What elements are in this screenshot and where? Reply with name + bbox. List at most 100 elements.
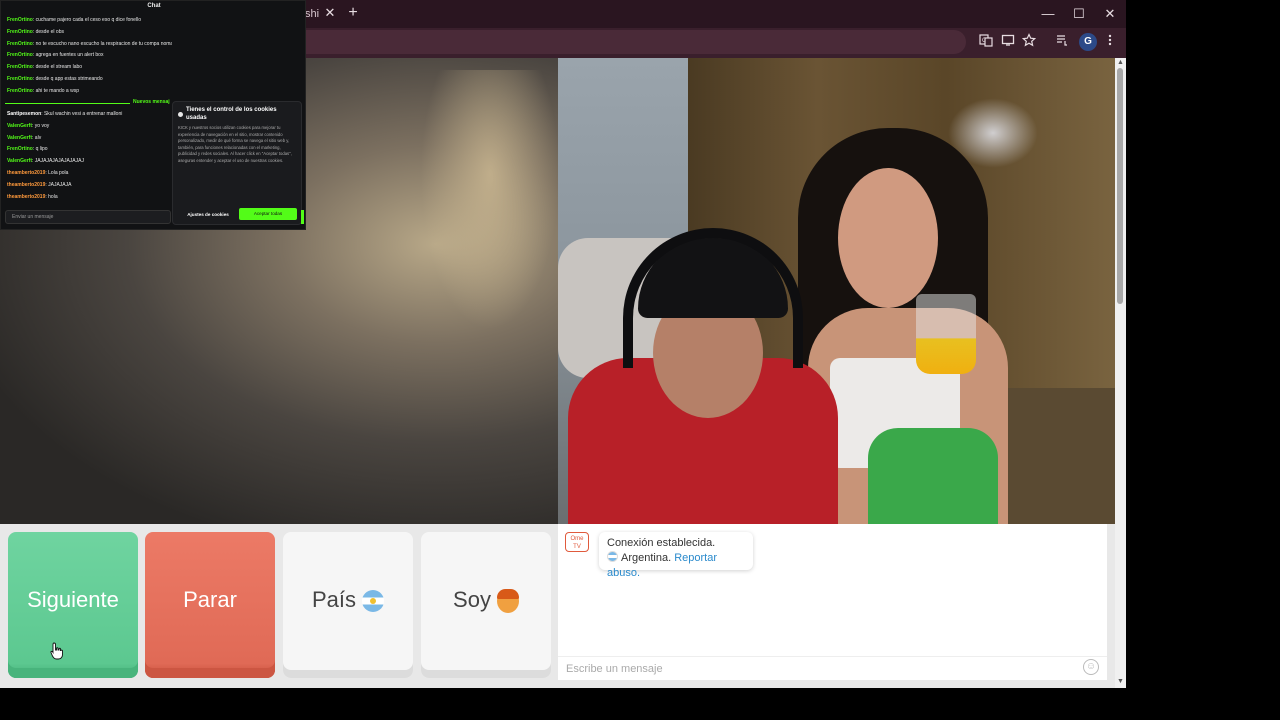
chat-username[interactable]: FrenOrtino	[7, 29, 33, 35]
new-messages-label: Nuevos mensaj	[133, 99, 170, 105]
new-messages-divider: Nuevos mensaj	[5, 99, 171, 107]
chat-text: JAJAJAJAJAJAJAJAJ	[34, 158, 84, 165]
chat-text: no te escucho nano escucho la respiracio…	[35, 40, 172, 47]
partner-country-line: Argentina. Reportar abuso.	[607, 551, 745, 581]
chat-message: FrenOrtino: desde el obs	[7, 27, 172, 39]
country-label: País	[311, 587, 357, 612]
stream-chat-input[interactable]: Enviar un mensaje	[5, 210, 171, 224]
chat-username[interactable]: ValenGerft	[7, 135, 32, 141]
chat-text: desde el stream labo	[35, 64, 83, 71]
chat-username[interactable]: ValenGerft	[7, 158, 32, 164]
chat-text: ahi te mando a wsp	[35, 87, 79, 94]
chat-message: FrenOrtino: q lipo	[7, 144, 172, 156]
cast-icon[interactable]	[999, 33, 1017, 51]
stop-label: Parar	[183, 587, 237, 612]
chat-text: Skul wachin vesi a entrenar malloni	[43, 111, 123, 117]
new-messages-line	[5, 103, 130, 104]
chat-username[interactable]: FrenOrtino	[7, 52, 33, 58]
chat-message: FrenOrtino: desde el stream labo	[7, 62, 172, 74]
message-input[interactable]	[558, 656, 1107, 680]
gender-button[interactable]: Soy	[421, 532, 551, 678]
chat-message: ValenGerft: alv	[7, 133, 172, 145]
chat-text: alv	[34, 134, 42, 141]
chat-message: ValenGerft: yo voy	[7, 121, 172, 133]
address-bar[interactable]	[306, 30, 966, 54]
more-menu-icon[interactable]	[1101, 33, 1119, 51]
system-message-bubble: Conexión establecida. Argentina. Reporta…	[599, 532, 753, 579]
chat-message: FrenOrtino: agrega en fuentes un alert b…	[7, 50, 172, 62]
chat-username[interactable]: Santipesemon	[7, 111, 41, 117]
chat-message: FrenOrtino: desde q app estas strimeando	[7, 74, 172, 86]
cookie-title: Tienes el control de los cookies usadas	[186, 107, 277, 121]
scroll-down-arrow-icon[interactable]: ▼	[1116, 677, 1125, 687]
chat-text: Lola pola	[48, 169, 69, 176]
connection-status-text: Conexión establecida.	[607, 537, 716, 549]
chat-username[interactable]: FrenOrtino	[7, 17, 33, 23]
chat-text: yo voy	[34, 122, 50, 129]
chat-username[interactable]: FrenOrtino	[7, 76, 33, 82]
chat-message: FrenOrtino: no te escucho nano escucho l…	[7, 39, 172, 51]
stop-button[interactable]: Parar	[145, 532, 275, 678]
person-face	[838, 168, 938, 308]
stream-chat-overlay: Chat FrenOrtino: cuchame pajero cada el …	[0, 0, 306, 230]
chat-text: desde q app estas strimeando	[35, 75, 103, 82]
chat-messages-old: FrenOrtino: cuchame pajero cada el ceso …	[7, 15, 172, 98]
chat-message: Santipesemon: Skul wachin vesi a entrena…	[7, 109, 172, 121]
chat-text: desde el obs	[35, 28, 64, 35]
chat-username[interactable]: theamberto2019	[7, 170, 45, 176]
partner-country-text: Argentina.	[621, 552, 672, 564]
next-button[interactable]: Siguiente	[8, 532, 138, 678]
cookie-settings-button[interactable]: Ajustes de cookies	[179, 209, 237, 220]
chat-username[interactable]: FrenOrtino	[7, 41, 33, 47]
tab-title[interactable]: shi	[305, 8, 319, 20]
chat-text: agrega en fuentes un alert box	[35, 52, 104, 59]
boy-emoji-icon	[496, 589, 519, 614]
drink-glass	[916, 294, 976, 374]
chat-message: ValenGerft: JAJAJAJAJAJAJAJAJ	[7, 156, 172, 168]
chat-username[interactable]: FrenOrtino	[7, 88, 33, 94]
chat-username[interactable]: theamberto2019	[7, 182, 45, 188]
chat-message: theamberto2019: hola	[7, 192, 172, 204]
argentina-flag-icon	[362, 590, 385, 613]
new-tab-button[interactable]: +	[344, 4, 362, 22]
hand-cursor-icon	[50, 642, 64, 665]
chat-text: q lipo	[35, 146, 48, 153]
bookmark-star-icon[interactable]	[1020, 33, 1038, 51]
chat-username[interactable]: theamberto2019	[7, 194, 45, 200]
chat-messages-new: Santipesemon: Skul wachin vesi a entrena…	[7, 109, 172, 203]
green-blanket	[868, 428, 998, 524]
country-button[interactable]: País	[283, 532, 413, 678]
screen: shi ✕ + — ☐ ✕ G G ▲ ▼ Siguiente Parar Pa…	[0, 0, 1280, 720]
stream-chat-title: Chat	[147, 3, 161, 9]
scrollbar-thumb[interactable]	[1117, 68, 1123, 304]
profile-avatar[interactable]: G	[1079, 33, 1097, 51]
ometv-logo: Ome TV	[565, 532, 589, 552]
cookie-body: KICK y nuestros socios utilizan cookies …	[178, 125, 292, 163]
cookie-consent-dialog: Tienes el control de los cookies usadas …	[172, 101, 302, 225]
chat-message: FrenOrtino: ahi te mando a wsp	[7, 86, 172, 98]
gender-label: Soy	[453, 587, 491, 612]
emoji-picker-icon[interactable]: ☺	[1083, 659, 1099, 675]
chat-username[interactable]: ValenGerft	[7, 123, 32, 129]
remote-video	[558, 58, 1115, 524]
tab-close-icon[interactable]: ✕	[322, 4, 338, 22]
chat-text: JAJAJAJA	[48, 181, 72, 188]
mini-argentina-flag-icon	[607, 551, 618, 562]
chat-text: hola	[48, 193, 58, 200]
chat-send-indicator	[301, 210, 304, 224]
reading-list-icon[interactable]	[1053, 33, 1071, 51]
close-window-button[interactable]: ✕	[1096, 4, 1124, 24]
translate-icon[interactable]: G	[977, 33, 995, 51]
minimize-button[interactable]: —	[1034, 4, 1062, 24]
next-label: Siguiente	[27, 587, 119, 612]
cookie-accept-button[interactable]: Aceptar todas	[239, 208, 297, 220]
chat-message: FrenOrtino: cuchame pajero cada el ceso …	[7, 15, 172, 27]
cookie-icon	[178, 112, 183, 117]
local-video-face-blur	[420, 70, 560, 330]
chat-username[interactable]: FrenOrtino	[7, 64, 33, 70]
maximize-button[interactable]: ☐	[1065, 4, 1093, 24]
scroll-up-arrow-icon[interactable]: ▲	[1116, 58, 1125, 68]
chat-username[interactable]: FrenOrtino	[7, 146, 33, 152]
chat-message: theamberto2019: JAJAJAJA	[7, 180, 172, 192]
chat-text: cuchame pajero cada el ceso eso q dice f…	[35, 17, 141, 23]
